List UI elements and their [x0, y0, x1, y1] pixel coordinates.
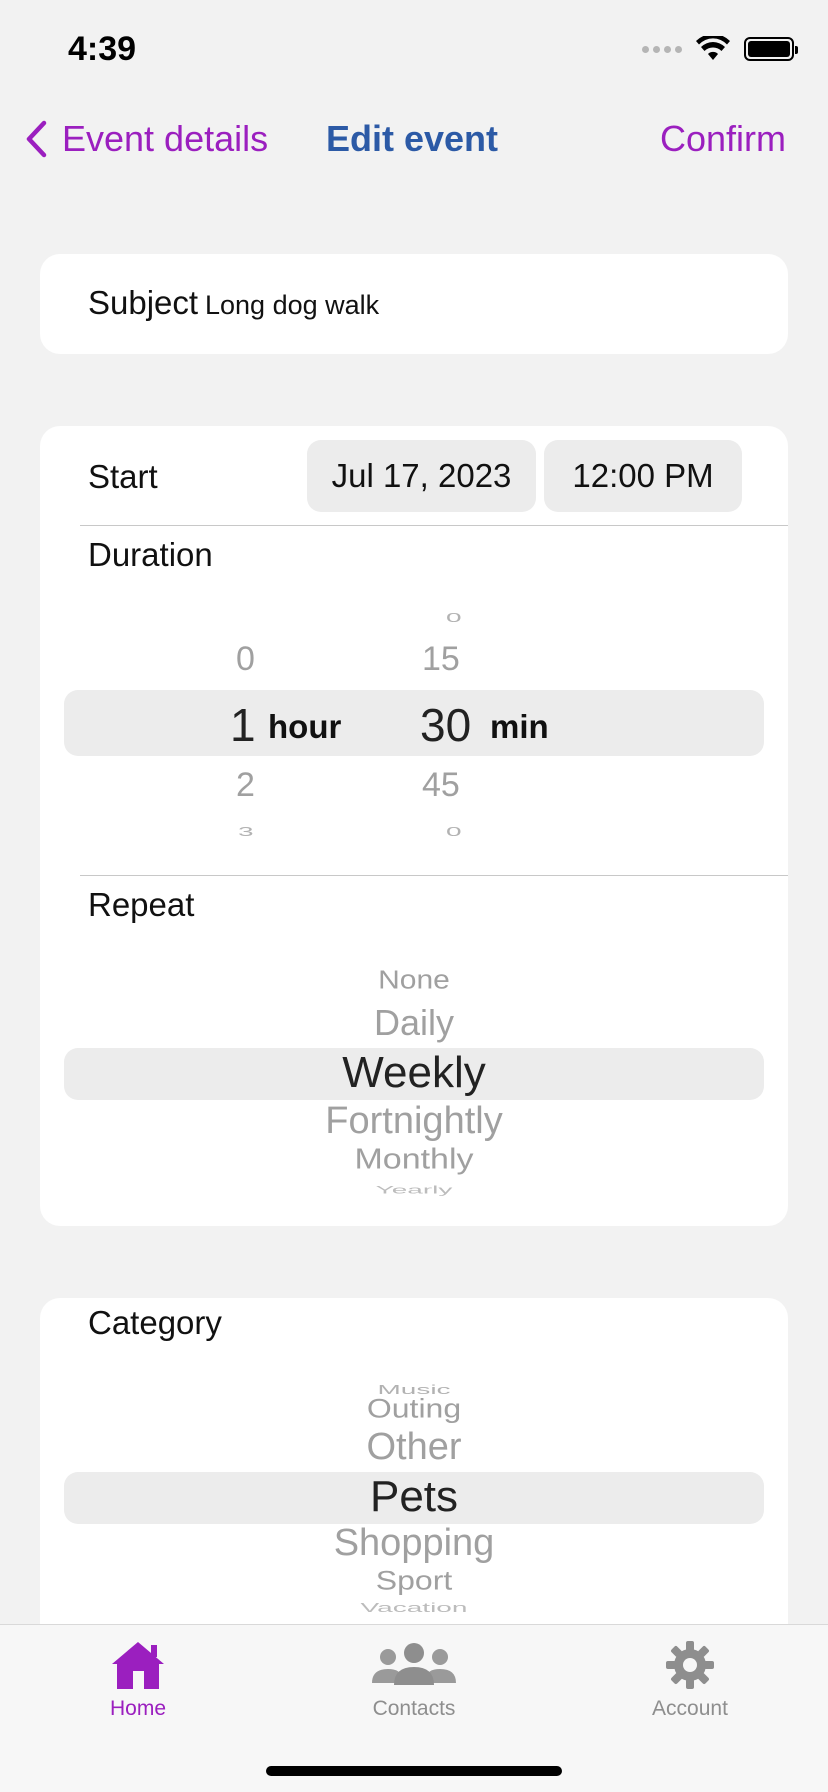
tab-home-label: Home: [109, 1697, 167, 1720]
tab-contacts[interactable]: Contacts: [334, 1639, 494, 1721]
confirm-button[interactable]: Confirm: [660, 118, 786, 160]
repeat-option[interactable]: Daily: [40, 1002, 788, 1044]
tab-home[interactable]: Home: [58, 1639, 218, 1721]
tab-account[interactable]: Account: [610, 1639, 770, 1721]
chevron-left-icon: [26, 120, 47, 158]
subject-card: Subject: [40, 254, 788, 354]
repeat-option-selected[interactable]: Weekly: [40, 1048, 788, 1098]
tab-contacts-label: Contacts: [372, 1697, 456, 1720]
repeat-option[interactable]: Monthly: [40, 1143, 788, 1176]
repeat-option[interactable]: None: [40, 967, 788, 996]
status-time: 4:39: [68, 30, 137, 68]
repeat-option[interactable]: Fortnightly: [40, 1100, 788, 1143]
category-option[interactable]: Sport: [40, 1565, 788, 1596]
back-button[interactable]: Event details: [24, 118, 268, 160]
house-icon: [112, 1642, 164, 1689]
subject-input[interactable]: [205, 290, 725, 321]
back-button-label: Event details: [62, 118, 269, 159]
home-indicator: [266, 1766, 562, 1776]
category-option[interactable]: Other: [40, 1426, 788, 1469]
battery-icon: [744, 37, 798, 61]
category-picker[interactable]: Music Outing Other Pets Shopping Sport V…: [40, 1298, 788, 1624]
status-icons: [642, 36, 798, 62]
category-option[interactable]: Vacation: [40, 1601, 788, 1615]
cellular-signal-icon: [642, 45, 682, 53]
tab-account-label: Account: [652, 1697, 728, 1720]
gear-icon: [666, 1641, 714, 1689]
repeat-picker[interactable]: None Daily Weekly Fortnightly Monthly Ye…: [40, 426, 788, 1226]
people-icon: [372, 1643, 456, 1685]
category-option[interactable]: Outing: [40, 1393, 788, 1424]
subject-label: Subject: [88, 284, 199, 321]
schedule-card: Start Jul 17, 2023 12:00 PM Duration 0 1…: [40, 426, 788, 1226]
wifi-icon: [696, 36, 730, 60]
category-option[interactable]: Shopping: [40, 1522, 788, 1565]
repeat-option[interactable]: Yearly: [40, 1184, 788, 1197]
category-option-selected[interactable]: Pets: [40, 1472, 788, 1522]
page-title: Edit event: [326, 118, 499, 159]
